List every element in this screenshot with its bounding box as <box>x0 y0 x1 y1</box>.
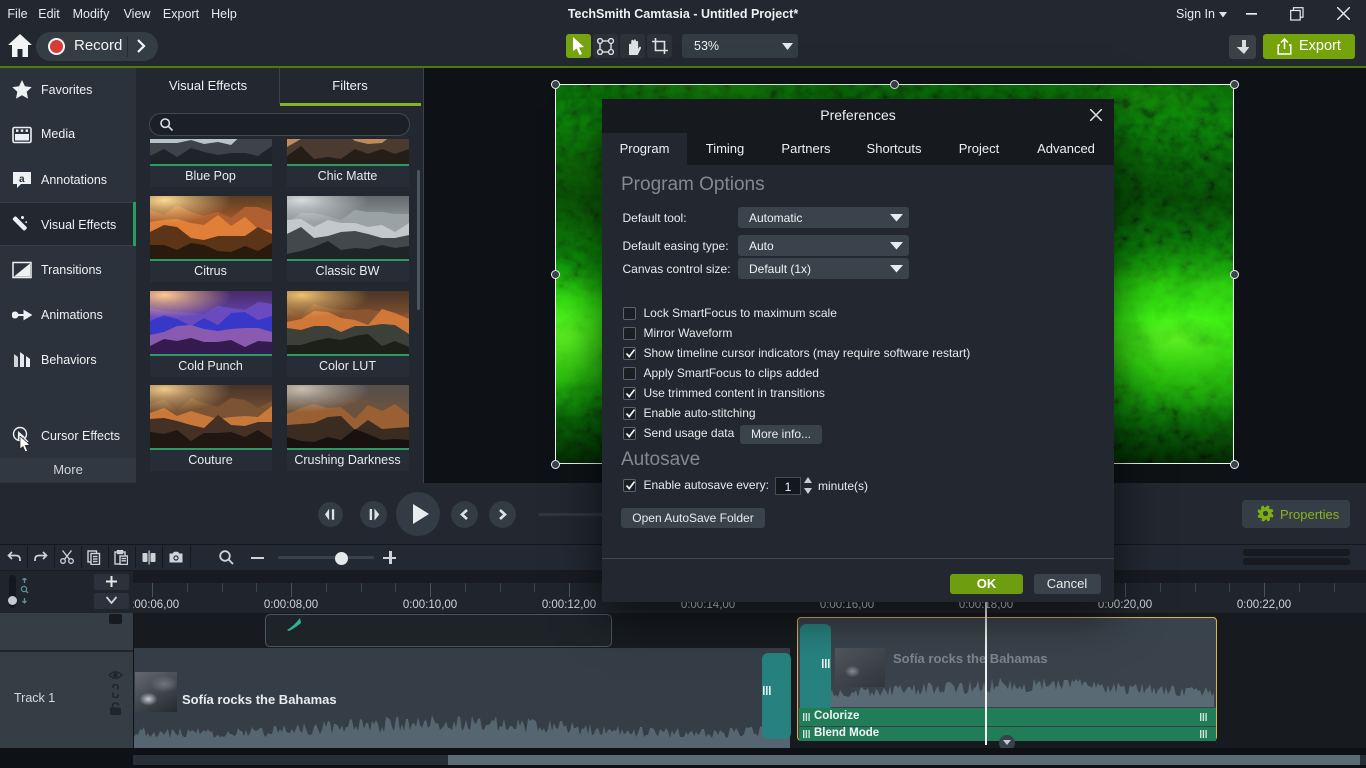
svg-text:a: a <box>19 174 25 185</box>
